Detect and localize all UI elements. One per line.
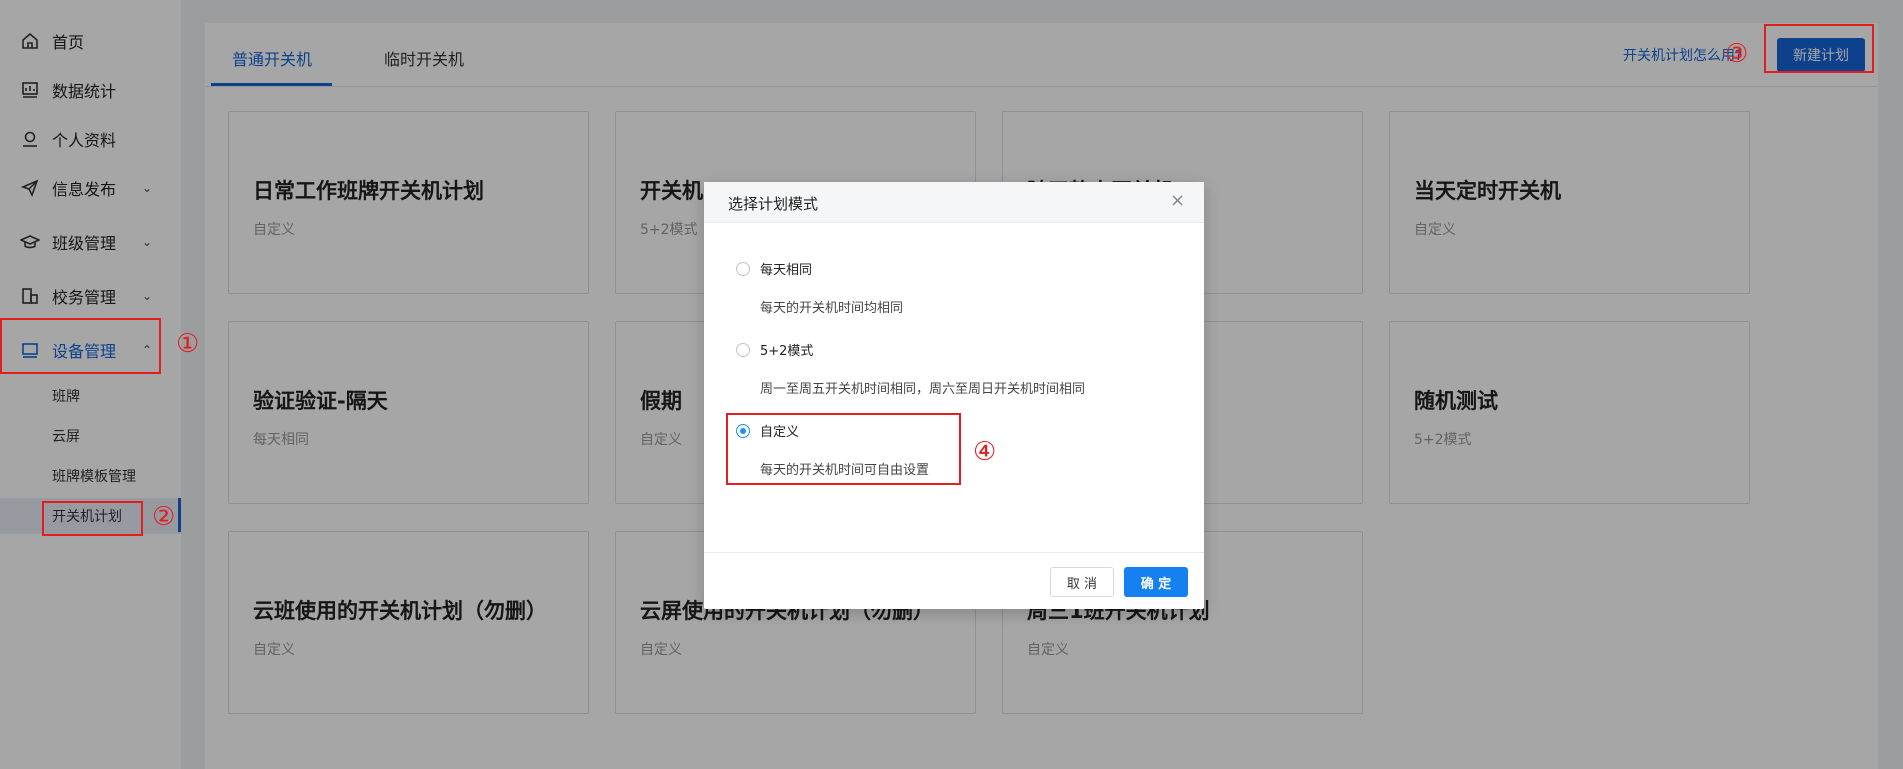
annotation-box-power-plan: [42, 501, 143, 536]
radio-5plus2-mode[interactable]: [736, 343, 750, 357]
confirm-button[interactable]: 确 定: [1124, 567, 1188, 597]
annotation-step-3: ③: [1725, 39, 1749, 69]
option-label-same-every-day[interactable]: 每天相同: [760, 259, 812, 278]
annotation-box-new-plan: [1764, 24, 1874, 73]
annotation-step-1: ①: [176, 329, 200, 359]
dialog-footer-divider: [704, 552, 1204, 553]
dialog-header: 选择计划模式 ×: [704, 182, 1204, 223]
option-desc-5plus2-mode: 周一至周五开关机时间相同，周六至周日开关机时间相同: [760, 382, 1086, 397]
select-plan-mode-dialog: 选择计划模式 × 每天相同 每天的开关机时间均相同 5+2模式 周一至周五开关机…: [704, 182, 1204, 609]
radio-same-every-day[interactable]: [736, 262, 750, 276]
annotation-step-4: ④: [973, 437, 997, 467]
close-icon[interactable]: ×: [1170, 190, 1185, 211]
annotation-box-custom-option: [726, 413, 961, 485]
option-desc-same-every-day: 每天的开关机时间均相同: [760, 301, 904, 316]
dialog-title: 选择计划模式: [728, 195, 819, 213]
annotation-box-device-management: [0, 318, 161, 374]
annotation-step-2: ②: [152, 502, 176, 532]
option-label-5plus2-mode[interactable]: 5+2模式: [760, 340, 813, 359]
cancel-button[interactable]: 取 消: [1050, 567, 1114, 597]
